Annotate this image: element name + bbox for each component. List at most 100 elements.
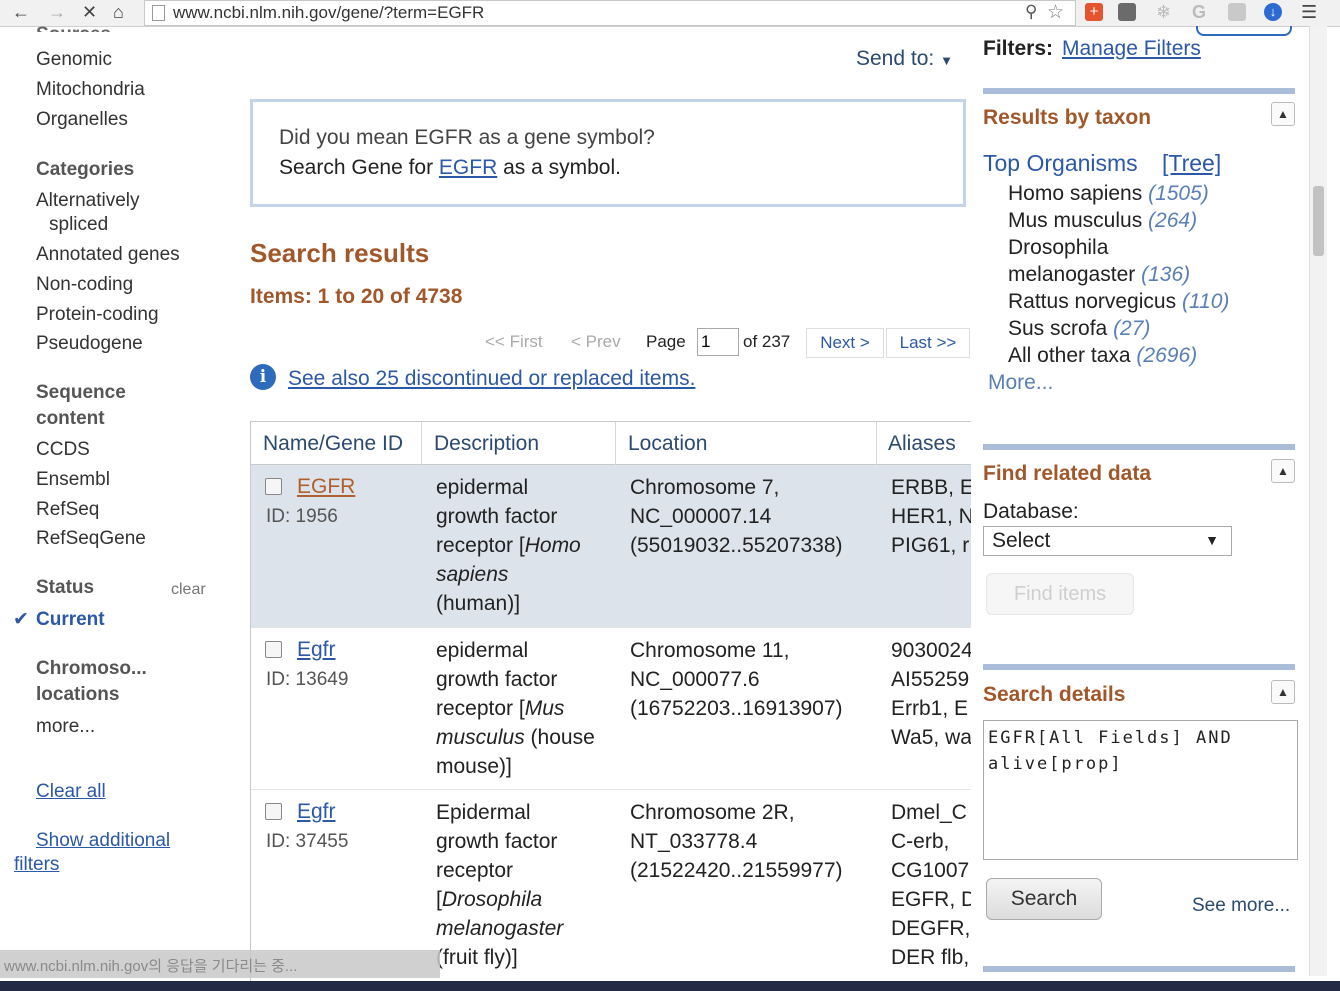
database-select[interactable]: Select ▼ xyxy=(983,526,1232,556)
desc-line: (human)] xyxy=(436,592,521,615)
taxon-all-other[interactable]: All other taxa (2696) xyxy=(1008,344,1197,368)
desc-line: Epidermal xyxy=(436,801,531,824)
taxon-sus-scrofa[interactable]: Sus scrofa (27) xyxy=(1008,317,1150,341)
filter-organelles[interactable]: Organelles xyxy=(36,108,128,132)
pager-next-button[interactable]: Next > xyxy=(806,328,884,358)
header-name-gene-id[interactable]: Name/Gene ID xyxy=(263,432,403,456)
taxon-homo-sapiens[interactable]: Homo sapiens (1505) xyxy=(1008,182,1209,206)
collapse-details-icon[interactable]: ▲ xyxy=(1271,680,1295,704)
pager-first[interactable]: << First xyxy=(485,332,543,352)
gene-id: ID: 1956 xyxy=(266,506,338,527)
bookmark-star-icon[interactable]: ☆ xyxy=(1047,1,1064,24)
extension-puzzle-icon[interactable] xyxy=(1118,3,1136,21)
url-text: www.ncbi.nlm.nih.gov/gene/?term=EGFR xyxy=(173,3,485,22)
see-more-link[interactable]: See more... xyxy=(1192,895,1290,917)
filter-alternatively-spliced-cont[interactable]: spliced xyxy=(49,213,108,237)
row-checkbox[interactable] xyxy=(265,803,282,820)
gene-link[interactable]: Egfr xyxy=(297,638,336,662)
header-location[interactable]: Location xyxy=(628,432,707,456)
row-checkbox[interactable] xyxy=(265,478,282,495)
scrollbar-thumb[interactable] xyxy=(1313,186,1324,256)
row-checkbox[interactable] xyxy=(265,641,282,658)
taxon-name: All other taxa xyxy=(1008,344,1131,367)
address-bar[interactable]: www.ncbi.nlm.nih.gov/gene/?term=EGFR ⚲ ☆ xyxy=(144,0,1076,26)
search-details-query[interactable]: EGFR[All Fields] AND alive[prop] xyxy=(983,720,1298,860)
location-cell: Chromosome 7, NC_000007.14 (55019032..55… xyxy=(630,473,843,560)
column-divider xyxy=(876,422,877,466)
filter-pseudogene[interactable]: Pseudogene xyxy=(36,332,143,356)
zoom-icon[interactable]: ⚲ xyxy=(1025,2,1037,22)
alias-line: Wa5, wa xyxy=(891,726,971,749)
collapse-taxon-icon[interactable]: ▲ xyxy=(1271,102,1295,126)
extension-gear-icon[interactable]: ❄ xyxy=(1156,3,1174,21)
extension-g-icon[interactable]: G xyxy=(1192,3,1210,21)
desc-line: growth factor xyxy=(436,830,558,853)
pager-last-button[interactable]: Last >> xyxy=(886,328,970,358)
find-items-button[interactable]: Find items xyxy=(986,573,1134,615)
extension-cast-icon[interactable] xyxy=(1228,3,1246,21)
categories-heading: Categories xyxy=(36,159,135,180)
filter-ccds[interactable]: CCDS xyxy=(36,438,90,462)
loc-line: (21522420..21559977) xyxy=(630,859,843,882)
filter-non-coding[interactable]: Non-coding xyxy=(36,273,133,297)
home-icon[interactable]: ⌂ xyxy=(113,1,124,23)
taxon-mus-musculus[interactable]: Mus musculus (264) xyxy=(1008,209,1197,233)
taxon-rattus-norvegicus[interactable]: Rattus norvegicus (110) xyxy=(1008,290,1229,314)
filter-alternatively-spliced[interactable]: Alternatively xyxy=(36,189,140,213)
taxon-count: (1505) xyxy=(1148,182,1209,205)
dropdown-arrow-icon: ▼ xyxy=(1205,532,1219,548)
gene-link[interactable]: EGFR xyxy=(297,475,355,499)
taxon-drosophila[interactable]: Drosophila xyxy=(1008,236,1108,260)
filter-refseq[interactable]: RefSeq xyxy=(36,498,99,522)
collapse-find-icon[interactable]: ▲ xyxy=(1271,459,1295,483)
taxon-drosophila-cont[interactable]: melanogaster (136) xyxy=(1008,263,1190,287)
desc-line: receptor [Homo xyxy=(436,534,581,557)
page-scrollbar[interactable] xyxy=(1309,26,1327,976)
stop-icon[interactable]: ✕ xyxy=(82,1,97,23)
search-button-partial[interactable] xyxy=(1196,26,1292,36)
filter-ensembl[interactable]: Ensembl xyxy=(36,468,110,492)
filter-mitochondria[interactable]: Mitochondria xyxy=(36,78,145,102)
pager-prev[interactable]: < Prev xyxy=(571,332,621,352)
manage-filters-link[interactable]: Manage Filters xyxy=(1062,37,1201,61)
extension-plus-icon[interactable]: + xyxy=(1085,3,1103,21)
filter-protein-coding[interactable]: Protein-coding xyxy=(36,303,159,327)
tree-link[interactable]: [Tree] xyxy=(1162,150,1221,177)
send-to-menu[interactable]: Send to: ▼ xyxy=(856,47,953,71)
aliases-cell: Dmel_C C-erb, CG1007 EGFR, D DEGFR, DER … xyxy=(891,798,971,972)
loc-line: (55019032..55207338) xyxy=(630,534,843,557)
show-additional-filters-link-cont[interactable]: filters xyxy=(14,853,59,877)
desc-line: growth factor xyxy=(436,505,558,528)
menu-icon[interactable]: ☰ xyxy=(1301,1,1317,23)
download-icon[interactable]: ↓ xyxy=(1264,3,1282,21)
status-clear-link[interactable]: clear xyxy=(171,578,206,602)
header-aliases[interactable]: Aliases xyxy=(888,432,956,456)
filter-annotated-genes[interactable]: Annotated genes xyxy=(36,243,180,267)
find-related-data-heading: Find related data xyxy=(983,462,1152,485)
clear-all-link[interactable]: Clear all xyxy=(36,780,106,804)
column-divider xyxy=(421,422,422,466)
taxon-name: Mus musculus xyxy=(1008,209,1143,232)
loc-line: NT_033778.4 xyxy=(630,830,758,853)
show-additional-filters-link[interactable]: Show additional xyxy=(36,829,170,853)
sources-heading: Sources xyxy=(36,22,111,32)
checkmark-icon: ✔ xyxy=(13,609,29,630)
see-also-discontinued-link[interactable]: See also 25 discontinued or replaced ite… xyxy=(288,367,695,391)
search-button[interactable]: Search xyxy=(986,878,1102,920)
info-icon: i xyxy=(250,364,276,390)
filter-genomic[interactable]: Genomic xyxy=(36,48,112,72)
filter-refseqgene[interactable]: RefSeqGene xyxy=(36,527,146,551)
taxon-count: (110) xyxy=(1181,290,1230,313)
taxon-more-link[interactable]: More... xyxy=(988,371,1053,395)
page-number-input[interactable] xyxy=(697,328,739,356)
bottom-strip xyxy=(0,981,1340,991)
header-description[interactable]: Description xyxy=(434,432,539,456)
loc-line: NC_000007.14 xyxy=(630,505,772,528)
suggestion-egfr-link[interactable]: EGFR xyxy=(439,156,497,179)
filter-current[interactable]: Current xyxy=(36,608,105,632)
forward-icon[interactable]: → xyxy=(48,1,66,23)
gene-link[interactable]: Egfr xyxy=(297,800,336,824)
back-icon[interactable]: ← xyxy=(12,1,30,23)
filters-label: Filters: xyxy=(983,37,1054,60)
more-filters-link[interactable]: more... xyxy=(36,715,95,739)
